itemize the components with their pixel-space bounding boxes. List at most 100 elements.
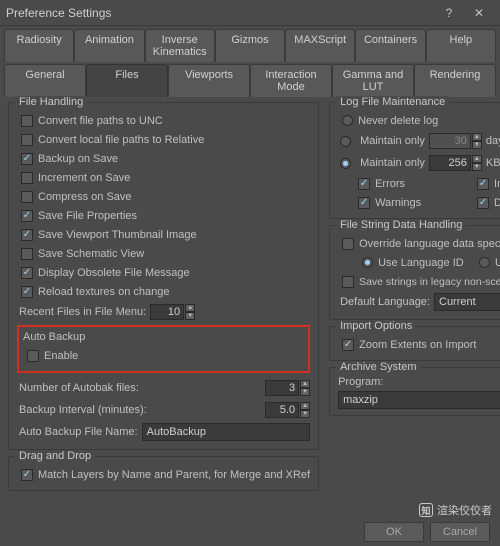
tab-interaction-mode[interactable]: Interaction Mode [250, 64, 332, 97]
spin-down-icon[interactable]: ▼ [300, 410, 310, 418]
group-import-options: Import Options Zoom Extents on Import [329, 326, 500, 361]
num-autobak-input[interactable] [265, 380, 299, 396]
group-file-handling: File Handling Convert file paths to UNC … [8, 102, 319, 450]
checkbox-disp-obsolete[interactable] [21, 267, 33, 279]
spin-up-icon[interactable]: ▲ [472, 133, 482, 141]
watermark: 知 渲染佼佼者 [419, 502, 492, 518]
group-title: File Handling [15, 96, 87, 108]
kb-input[interactable] [429, 155, 471, 171]
spin-down-icon[interactable]: ▼ [300, 388, 310, 396]
label: Never delete log [358, 115, 438, 127]
checkbox-convert-rel[interactable] [21, 134, 33, 146]
label: Use Language ID [378, 257, 464, 269]
auto-backup-title: Auto Backup [23, 331, 304, 343]
tab-help[interactable]: Help [426, 29, 496, 62]
days-spinner[interactable]: ▲▼ [429, 133, 482, 149]
spin-down-icon[interactable]: ▼ [185, 312, 195, 320]
days-input[interactable] [429, 133, 471, 149]
label: Errors [375, 178, 405, 190]
checkbox-convert-unc[interactable] [21, 115, 33, 127]
window-title: Preference Settings [6, 6, 434, 20]
help-icon[interactable]: ? [434, 2, 464, 24]
default-lang-dropdown[interactable]: Current ▼ [434, 293, 500, 311]
radio-maintain-kb[interactable] [340, 158, 351, 169]
label: Convert file paths to UNC [38, 115, 163, 127]
tab-viewports[interactable]: Viewports [168, 64, 250, 97]
interval-spinner[interactable]: ▲▼ [265, 402, 310, 418]
autobak-filename-input[interactable] [142, 423, 310, 441]
label: Reload textures on change [38, 286, 169, 298]
checkbox-increment-save[interactable] [21, 172, 33, 184]
label: Save File Properties [38, 210, 137, 222]
spin-down-icon[interactable]: ▼ [472, 163, 482, 171]
checkbox-override-lang[interactable] [342, 238, 354, 250]
checkbox-warnings[interactable] [358, 197, 370, 209]
checkbox-save-utf8[interactable] [342, 276, 354, 288]
watermark-text: 渲染佼佼者 [437, 502, 492, 518]
cancel-button[interactable]: Cancel [430, 522, 490, 542]
checkbox-reload-tex[interactable] [21, 286, 33, 298]
kb-spinner[interactable]: ▲▼ [429, 155, 482, 171]
group-title: Drag and Drop [15, 450, 95, 462]
checkbox-enable-autobackup[interactable] [27, 350, 39, 362]
spin-up-icon[interactable]: ▲ [300, 380, 310, 388]
label: Save strings in legacy non-scene files u… [359, 276, 500, 288]
num-autobak-label: Number of Autobak files: [19, 382, 261, 394]
checkbox-errors[interactable] [358, 178, 370, 190]
checkbox-save-thumb[interactable] [21, 229, 33, 241]
radio-use-lang-id[interactable] [362, 257, 373, 268]
tab-animation[interactable]: Animation [74, 29, 144, 62]
right-column: Log File Maintenance Never delete log Ma… [329, 102, 500, 497]
checkbox-info[interactable] [477, 178, 489, 190]
tab-rendering[interactable]: Rendering [414, 64, 496, 97]
spin-down-icon[interactable]: ▼ [472, 141, 482, 149]
label: Save Viewport Thumbnail Image [38, 229, 197, 241]
checkbox-save-props[interactable] [21, 210, 33, 222]
spin-up-icon[interactable]: ▲ [300, 402, 310, 410]
close-icon[interactable]: ✕ [464, 2, 494, 24]
recent-files-input[interactable] [150, 304, 184, 320]
recent-files-spinner[interactable]: ▲▼ [150, 304, 195, 320]
ok-button[interactable]: OK [364, 522, 424, 542]
group-title: Log File Maintenance [336, 96, 449, 108]
checkbox-backup-save[interactable] [21, 153, 33, 165]
radio-maintain-days[interactable] [340, 136, 351, 147]
label: Info [494, 178, 500, 190]
archive-program-input[interactable] [338, 391, 500, 409]
tab-gizmos[interactable]: Gizmos [215, 29, 285, 62]
dropdown-value: Current [439, 296, 476, 308]
checkbox-debug[interactable] [477, 197, 489, 209]
label: Backup on Save [38, 153, 118, 165]
checkbox-compress-save[interactable] [21, 191, 33, 203]
footer-buttons: OK Cancel [364, 522, 490, 542]
tab-files[interactable]: Files [86, 64, 168, 97]
interval-label: Backup Interval (minutes): [19, 404, 261, 416]
radio-never-delete[interactable] [342, 115, 353, 126]
num-autobak-spinner[interactable]: ▲▼ [265, 380, 310, 396]
tab-maxscript[interactable]: MAXScript [285, 29, 355, 62]
checkbox-match-layers[interactable] [21, 469, 33, 481]
radio-use-code-page[interactable] [479, 257, 490, 268]
interval-input[interactable] [265, 402, 299, 418]
spin-up-icon[interactable]: ▲ [185, 304, 195, 312]
label: Warnings [375, 197, 421, 209]
label: Debug [494, 197, 500, 209]
tab-gamma-lut[interactable]: Gamma and LUT [332, 64, 414, 97]
label: Maintain only [360, 135, 425, 147]
label: Compress on Save [38, 191, 132, 203]
group-drag-drop: Drag and Drop Match Layers by Name and P… [8, 456, 319, 491]
tab-inverse-kinematics[interactable]: Inverse Kinematics [145, 29, 215, 62]
label: Match Layers by Name and Parent, for Mer… [38, 469, 310, 481]
checkbox-zoom-extents[interactable] [342, 339, 354, 351]
group-title: Import Options [336, 320, 416, 332]
checkbox-save-schematic[interactable] [21, 248, 33, 260]
tab-general[interactable]: General [4, 64, 86, 97]
tab-radiosity[interactable]: Radiosity [4, 29, 74, 62]
zhihu-icon: 知 [419, 503, 433, 517]
tab-containers[interactable]: Containers [355, 29, 425, 62]
spin-up-icon[interactable]: ▲ [472, 155, 482, 163]
label: Maintain only [360, 157, 425, 169]
group-archive-system: Archive System Program: [329, 367, 500, 416]
left-column: File Handling Convert file paths to UNC … [8, 102, 319, 497]
program-label: Program: [338, 376, 500, 388]
